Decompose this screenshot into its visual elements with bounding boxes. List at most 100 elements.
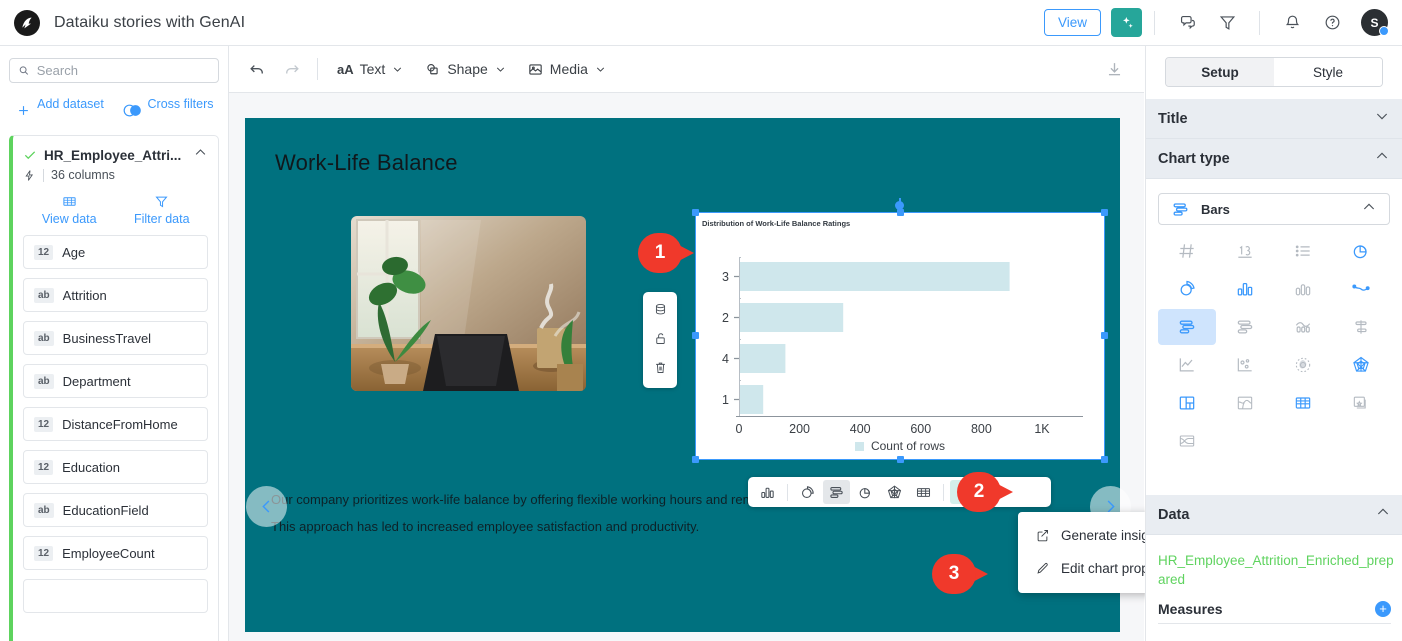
slide-image[interactable] [351, 216, 586, 391]
table-icon[interactable] [1274, 385, 1332, 421]
resize-handle-n[interactable] [897, 209, 904, 216]
prev-slide-button[interactable] [246, 486, 287, 527]
dataset-card: HR_Employee_Attri... 36 columns View dat… [9, 135, 219, 641]
page-title: Dataiku stories with GenAI [54, 14, 245, 32]
bar-vertical-icon[interactable] [754, 480, 781, 504]
section-data-label: Data [1158, 507, 1189, 523]
ai-sparkle-button[interactable] [1111, 8, 1142, 37]
column-item-attrition[interactable]: ab Attrition [23, 278, 208, 312]
resize-handle-ne[interactable] [1101, 209, 1108, 216]
add-measure-button[interactable]: + [1375, 601, 1391, 617]
resize-handle-s[interactable] [897, 456, 904, 463]
view-data-button[interactable]: View data [23, 194, 116, 226]
search-box[interactable] [9, 58, 219, 83]
tab-style[interactable]: Style [1274, 58, 1382, 86]
resize-handle-e[interactable] [1101, 332, 1108, 339]
geo-map-icon[interactable] [1216, 385, 1274, 421]
column-chart-icon[interactable] [1216, 271, 1274, 307]
chart-type-value: Bars [1201, 202, 1230, 217]
avatar-initial: S [1370, 16, 1378, 30]
filter-data-button[interactable]: Filter data [116, 194, 209, 226]
column-item-distancefromhome[interactable]: 12 DistanceFromHome [23, 407, 208, 441]
trash-icon[interactable] [648, 355, 672, 379]
column-item-businesstravel[interactable]: ab BusinessTravel [23, 321, 208, 355]
pie-icon[interactable] [852, 480, 879, 504]
kpi-stack-icon[interactable] [1332, 385, 1390, 421]
section-title[interactable]: Title [1146, 99, 1402, 139]
chevron-left-icon [257, 497, 276, 516]
scatter-plot-icon[interactable] [1216, 347, 1274, 383]
media-menu-button[interactable]: Media [517, 52, 617, 86]
bar-horizontal-icon[interactable] [823, 480, 850, 504]
avatar[interactable]: S [1361, 9, 1388, 36]
shape-menu-button[interactable]: Shape [414, 52, 516, 86]
text-menu-button[interactable]: aA Text [327, 52, 414, 86]
chart-widget[interactable]: Distribution of Work-Life Balance Rating… [695, 212, 1105, 460]
radar-icon[interactable] [1332, 347, 1390, 383]
svg-text:800: 800 [971, 422, 992, 436]
lightning-icon [23, 169, 36, 182]
slide-title[interactable]: Work-Life Balance [275, 150, 458, 176]
table-icon[interactable] [910, 480, 937, 504]
pie-icon[interactable] [1332, 233, 1390, 269]
line-chart-icon[interactable] [1158, 347, 1216, 383]
download-icon[interactable] [1097, 52, 1131, 86]
dataset-header[interactable]: HR_Employee_Attri... [23, 145, 208, 165]
cross-filters-button[interactable]: Cross filters [114, 97, 222, 117]
add-dataset-button[interactable]: Add dataset [6, 97, 114, 118]
list-icon[interactable] [1274, 233, 1332, 269]
help-icon[interactable] [1317, 8, 1347, 38]
lollipop-bar-icon[interactable] [1332, 309, 1390, 345]
donut-icon[interactable] [794, 480, 821, 504]
chevron-up-icon [1361, 199, 1377, 220]
column-name: Age [62, 245, 85, 260]
filter-icon[interactable] [1212, 8, 1242, 38]
column-item-age[interactable]: 12 Age [23, 235, 208, 269]
resize-handle-sw[interactable] [692, 456, 699, 463]
column-item-department[interactable]: ab Department [23, 364, 208, 398]
column-name: Education [62, 460, 120, 475]
database-icon[interactable] [648, 297, 672, 321]
number-13-icon[interactable] [1216, 233, 1274, 269]
resize-handle-w[interactable] [692, 332, 699, 339]
bar-horizontal-icon[interactable] [1158, 309, 1216, 345]
connected-scatter-icon[interactable] [1332, 271, 1390, 307]
divider [1259, 11, 1260, 35]
bar-stacked-icon[interactable] [1216, 309, 1274, 345]
section-data[interactable]: Data [1146, 495, 1402, 535]
donut-icon[interactable] [1158, 271, 1216, 307]
redo-icon[interactable] [274, 52, 308, 86]
comments-icon[interactable] [1172, 8, 1202, 38]
column-item-employeecount[interactable]: 12 EmployeeCount [23, 536, 208, 570]
search-input[interactable] [37, 63, 210, 78]
area-columns-icon[interactable] [1274, 309, 1332, 345]
unlock-icon[interactable] [648, 326, 672, 350]
hash-icon[interactable] [1158, 233, 1216, 269]
treemap-icon[interactable] [1158, 385, 1216, 421]
sidebar-actions: Add dataset Cross filters [0, 97, 228, 118]
tab-setup[interactable]: Setup [1166, 58, 1274, 86]
section-title-label: Title [1158, 111, 1188, 127]
chevron-up-icon[interactable] [193, 145, 208, 165]
bell-icon[interactable] [1277, 8, 1307, 38]
chart-type-selector[interactable]: Bars [1158, 193, 1390, 225]
measures-row: Measures + [1158, 594, 1391, 624]
bubble-map-icon[interactable] [1274, 347, 1332, 383]
resize-handle-nw[interactable] [692, 209, 699, 216]
radar-icon[interactable] [881, 480, 908, 504]
slide-paragraph-2[interactable]: This approach has led to increased emplo… [271, 519, 699, 534]
dataset-name: HR_Employee_Attri... [44, 148, 181, 163]
section-chart-type[interactable]: Chart type [1146, 139, 1402, 179]
column-type-badge: ab [34, 503, 54, 518]
sankey-icon[interactable] [1158, 423, 1216, 459]
undo-icon[interactable] [240, 52, 274, 86]
resize-handle-se[interactable] [1101, 456, 1108, 463]
panel-dataset-name[interactable]: HR_Employee_Attrition_Enriched_prepared [1158, 551, 1398, 589]
bar-2 [739, 303, 843, 332]
lollipop-column-icon[interactable] [1274, 271, 1332, 307]
view-button[interactable]: View [1044, 9, 1101, 36]
column-item-educationfield[interactable]: ab EducationField [23, 493, 208, 527]
column-item-education[interactable]: 12 Education [23, 450, 208, 484]
column-item-partial[interactable] [23, 579, 208, 613]
search-icon [18, 64, 30, 77]
